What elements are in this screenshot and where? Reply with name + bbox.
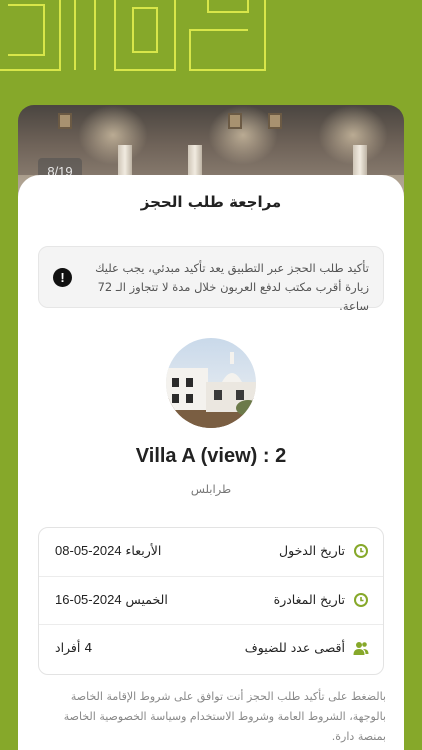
check-in-day: الأربعاء (125, 543, 162, 558)
exclamation-icon: ! (53, 268, 72, 287)
check-out-label: تاريخ المغادرة (273, 592, 345, 607)
check-in-label: تاريخ الدخول (279, 543, 345, 558)
terms-text: بالضغط على تأكيد طلب الحجز أنت توافق على… (63, 690, 386, 743)
users-icon (353, 642, 369, 655)
booking-details-card: تاريخ الدخول الأربعاء 2024-05-08 تاريخ ا… (38, 527, 384, 675)
booking-review-sheet: مراجعة طلب الحجز تأكيد طلب الحجز عبر الت… (18, 175, 404, 750)
check-out-day: الخميس (125, 592, 168, 607)
max-guests-value: 4 أفراد (55, 640, 93, 655)
property-avatar (166, 338, 256, 428)
max-guests-row: أقصى عدد للضيوف 4 أفراد (39, 624, 383, 672)
property-name: Villa A (view) : 2 (135, 445, 287, 467)
clock-icon (354, 593, 368, 607)
check-out-date: 2024-05-16 (55, 592, 122, 607)
check-in-date: 2024-05-08 (55, 543, 122, 558)
booking-notice: تأكيد طلب الحجز عبر التطبيق يعد تأكيد مب… (38, 246, 384, 313)
check-in-value: الأربعاء 2024-05-08 (55, 543, 161, 558)
check-out-row: تاريخ المغادرة الخميس 2024-05-16 (39, 576, 383, 624)
check-in-row: تاريخ الدخول الأربعاء 2024-05-08 (39, 528, 383, 576)
page-title: مراجعة طلب الحجز (140, 193, 282, 211)
brand-logo-watermark (0, 0, 300, 80)
notice-text: تأكيد طلب الحجز عبر التطبيق يعد تأكيد مب… (95, 261, 369, 313)
check-out-value: الخميس 2024-05-16 (55, 592, 168, 607)
max-guests-label: أقصى عدد للضيوف (244, 640, 345, 655)
property-city: طرابلس (190, 482, 232, 496)
clock-icon (354, 544, 368, 558)
